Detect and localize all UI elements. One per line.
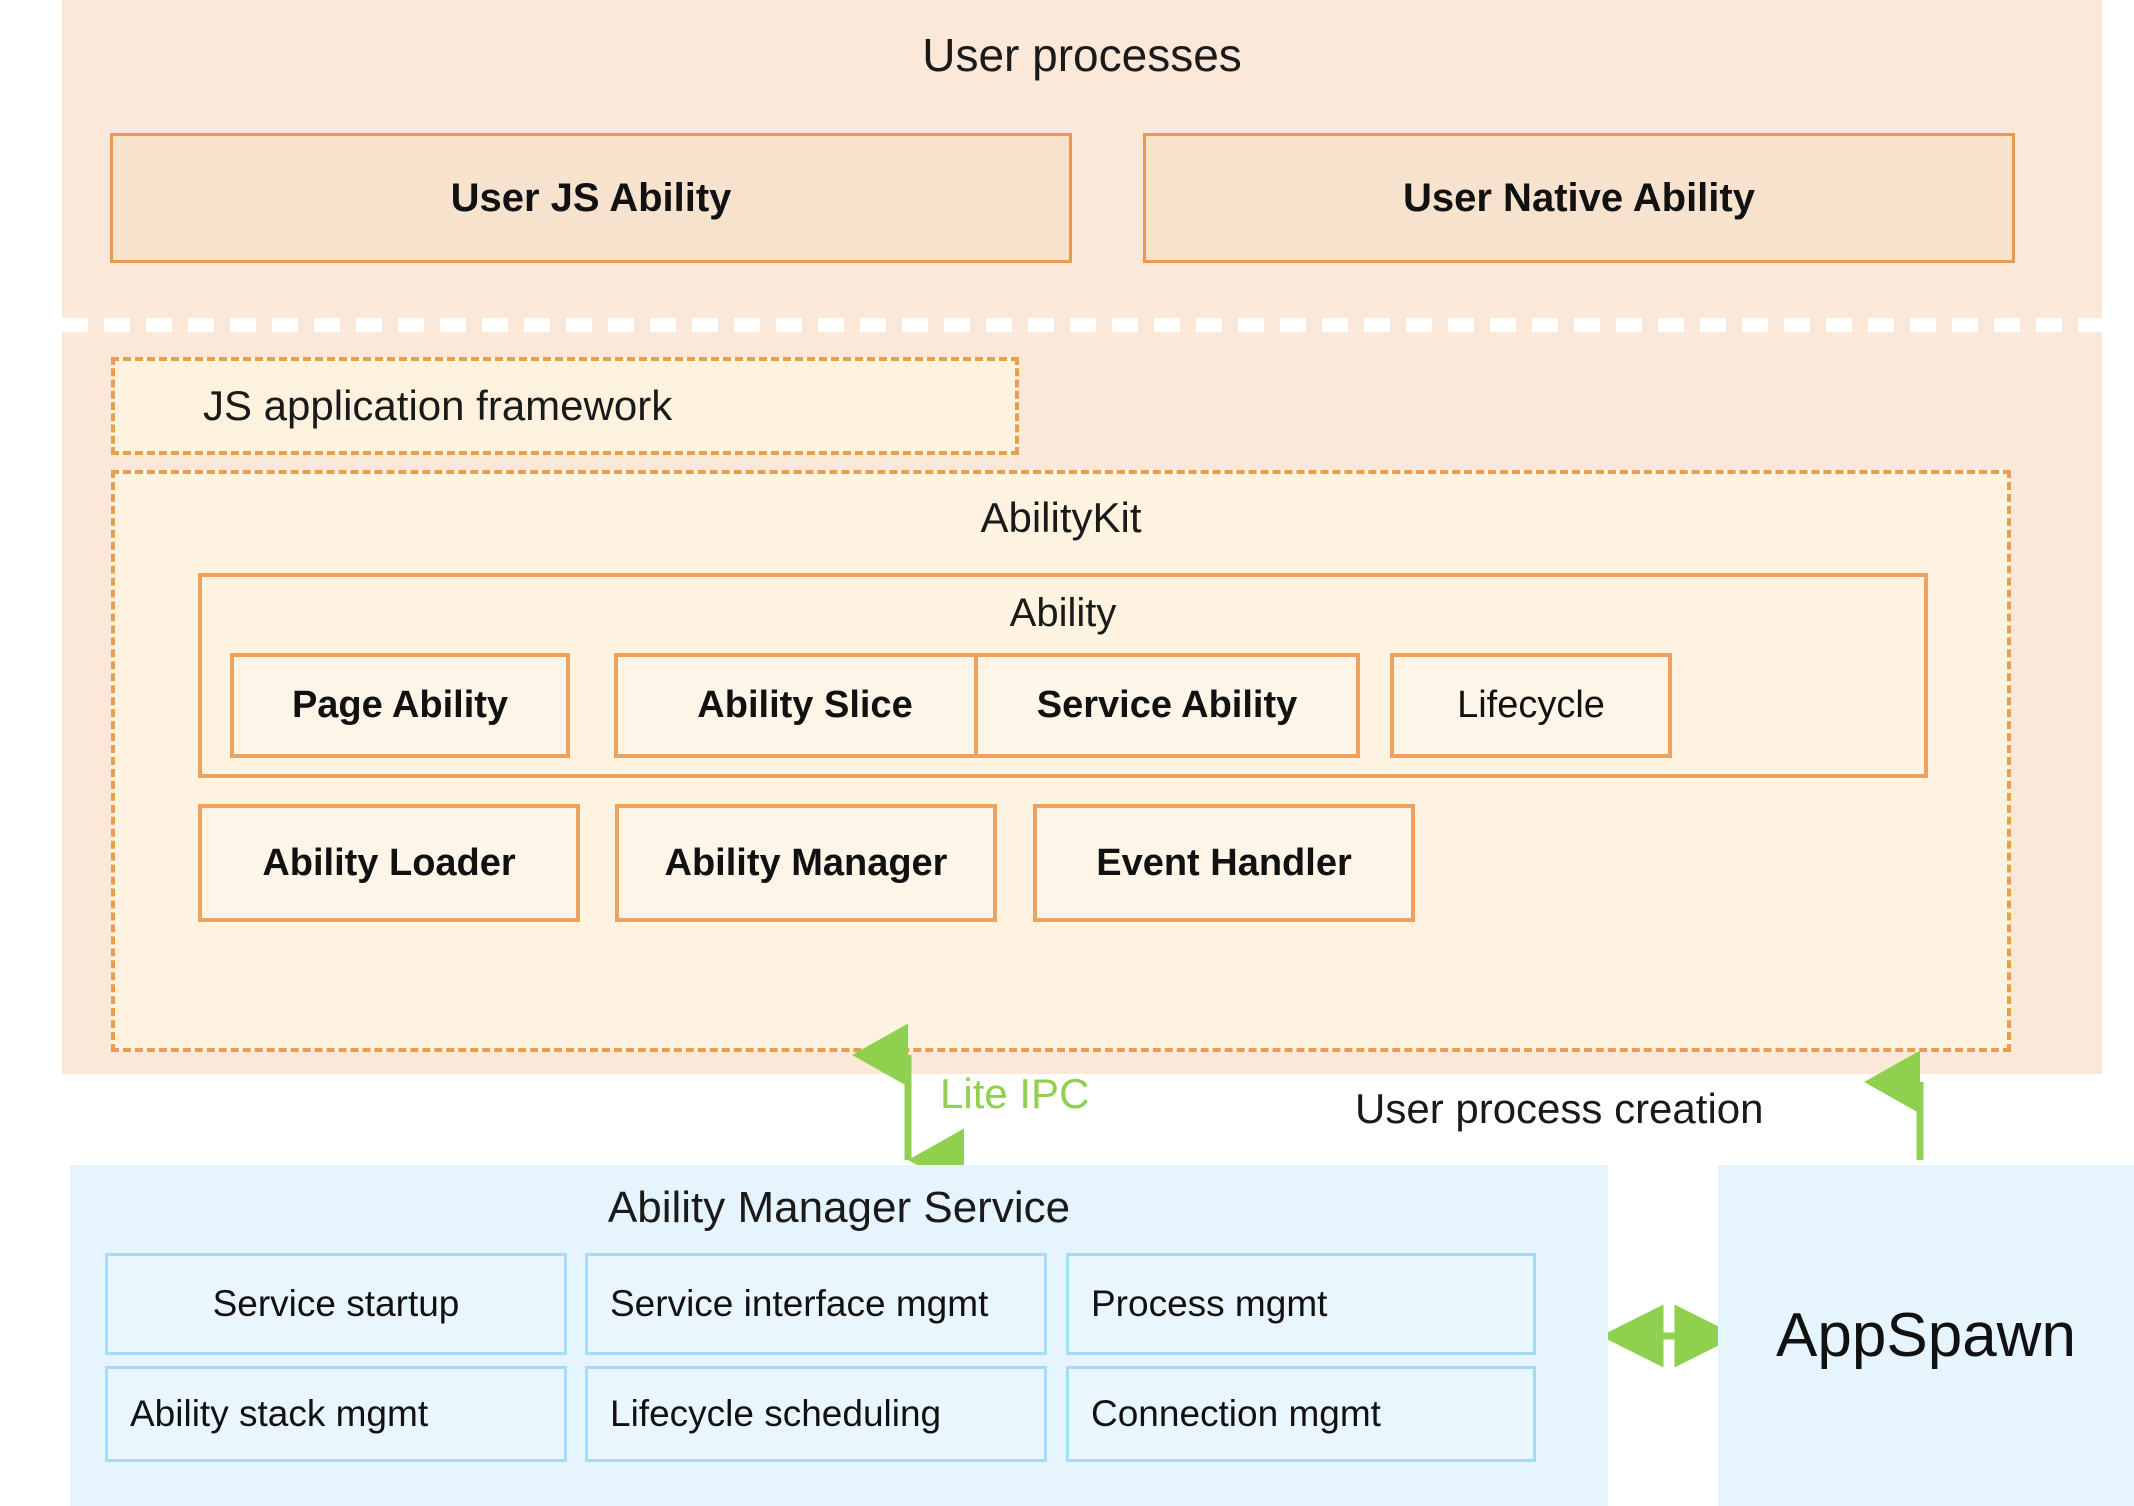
abilitykit-title: AbilityKit <box>115 494 2007 542</box>
ability-stack-mgmt-box[interactable]: Ability stack mgmt <box>105 1366 567 1462</box>
user-processes-panel: User processes User JS Ability User Nati… <box>62 0 2102 1074</box>
ability-loader-box[interactable]: Ability Loader <box>198 804 580 922</box>
lite-ipc-label: Lite IPC <box>940 1070 1089 1118</box>
service-interface-mgmt-box[interactable]: Service interface mgmt <box>585 1253 1047 1355</box>
ability-manager-box[interactable]: Ability Manager <box>615 804 997 922</box>
ability-container[interactable]: Ability Page Ability Ability Slice Servi… <box>198 573 1928 778</box>
js-application-framework-label: JS application framework <box>203 382 672 430</box>
service-ability-box[interactable]: Service Ability <box>974 653 1360 758</box>
user-process-creation-label: User process creation <box>1355 1085 1764 1133</box>
appspawn-panel[interactable]: AppSpawn <box>1718 1165 2134 1506</box>
event-handler-box[interactable]: Event Handler <box>1033 804 1415 922</box>
lifecycle-box[interactable]: Lifecycle <box>1390 653 1672 758</box>
process-boundary-divider <box>62 318 2102 332</box>
ability-container-title: Ability <box>202 591 1924 636</box>
lifecycle-scheduling-box[interactable]: Lifecycle scheduling <box>585 1366 1047 1462</box>
js-application-framework-box[interactable]: JS application framework <box>111 357 1019 455</box>
ability-manager-service-panel: Ability Manager Service Service startup … <box>70 1165 1608 1506</box>
diagram-canvas: User processes User JS Ability User Nati… <box>0 0 2134 1506</box>
abilitykit-box[interactable]: AbilityKit Ability Page Ability Ability … <box>111 470 2011 1052</box>
process-mgmt-box[interactable]: Process mgmt <box>1066 1253 1536 1355</box>
ability-manager-service-title: Ability Manager Service <box>70 1183 1608 1233</box>
ability-slice-box[interactable]: Ability Slice <box>614 653 996 758</box>
user-processes-title: User processes <box>62 28 2102 82</box>
connection-mgmt-box[interactable]: Connection mgmt <box>1066 1366 1536 1462</box>
user-js-ability-box[interactable]: User JS Ability <box>110 133 1072 263</box>
service-startup-box[interactable]: Service startup <box>105 1253 567 1355</box>
page-ability-box[interactable]: Page Ability <box>230 653 570 758</box>
user-native-ability-box[interactable]: User Native Ability <box>1143 133 2015 263</box>
